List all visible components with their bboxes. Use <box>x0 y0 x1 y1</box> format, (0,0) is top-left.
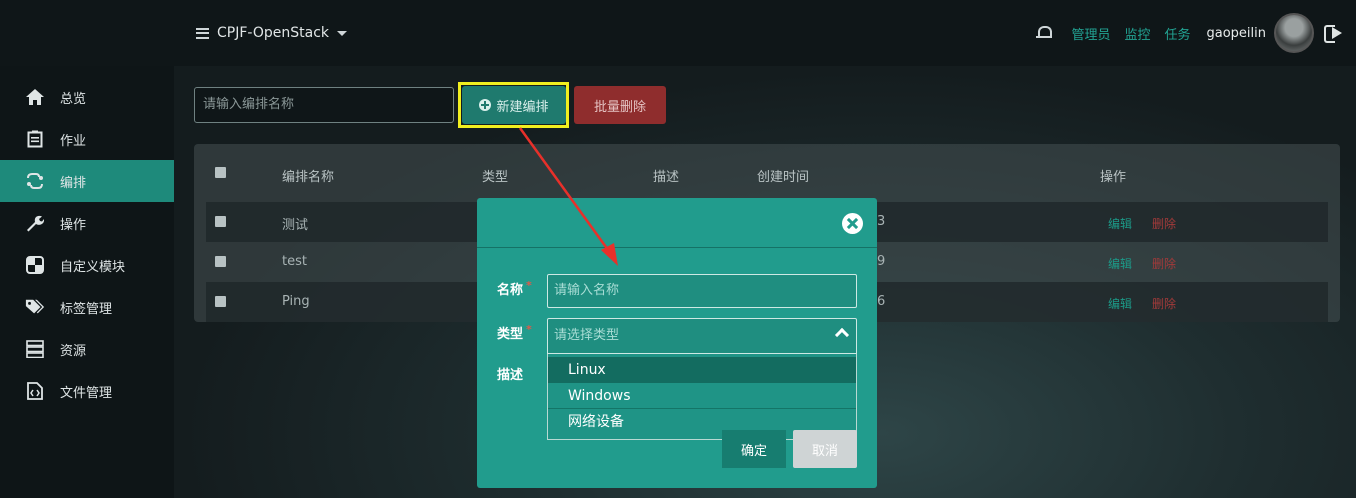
row-name: test <box>282 254 307 269</box>
sidebar-item-label: 总览 <box>60 91 87 107</box>
row-name: 测试 <box>282 218 309 233</box>
sidebar-item-label: 文件管理 <box>60 385 113 401</box>
task-link[interactable]: 任务 <box>1164 24 1190 43</box>
type-select[interactable]: 请选择类型 <box>547 318 857 354</box>
caret-down-icon <box>337 30 347 36</box>
confirm-button[interactable]: 确定 <box>722 430 786 468</box>
row-edit-link[interactable]: 编辑 <box>1108 255 1132 272</box>
row-delete-link[interactable]: 删除 <box>1152 215 1176 232</box>
row-name: Ping <box>282 294 310 309</box>
search-input[interactable]: 请输入编排名称 <box>194 87 454 123</box>
cancel-button[interactable]: 取消 <box>793 430 857 468</box>
bell-icon[interactable] <box>1035 24 1053 42</box>
close-icon[interactable] <box>842 213 863 234</box>
row-delete-link[interactable]: 删除 <box>1152 295 1176 312</box>
file-code-icon <box>25 382 45 400</box>
sidebar-item-label: 标签管理 <box>60 301 113 317</box>
admin-link[interactable]: 管理员 <box>1071 24 1110 43</box>
column-header-type: 类型 <box>482 170 509 185</box>
row-checkbox[interactable] <box>215 296 226 307</box>
column-header-actions: 操作 <box>1100 170 1127 185</box>
row-checkbox[interactable] <box>215 256 226 267</box>
name-label: 名称 * <box>497 279 532 298</box>
required-mark: * <box>526 279 532 292</box>
description-label: 描述 <box>497 368 524 383</box>
tags-icon <box>25 298 45 316</box>
sidebar-item-overview[interactable]: 总览 <box>0 76 174 118</box>
puzzle-icon <box>25 256 45 274</box>
home-icon <box>25 88 45 106</box>
row-time: 6 <box>877 294 886 309</box>
batch-delete-button[interactable]: 批量删除 <box>574 86 666 124</box>
sidebar-item-label: 资源 <box>60 343 87 359</box>
wrench-icon <box>25 214 45 232</box>
clipboard-icon <box>25 130 45 148</box>
required-mark: * <box>526 323 532 336</box>
column-header-description: 描述 <box>653 170 680 185</box>
sidebar-item-files[interactable]: 文件管理 <box>0 370 174 412</box>
server-icon <box>25 340 45 358</box>
sidebar-item-custom-modules[interactable]: 自定义模块 <box>0 244 174 286</box>
top-right-nav: 管理员 监控 任务 gaopeilin <box>1035 12 1344 54</box>
row-delete-link[interactable]: 删除 <box>1152 255 1176 272</box>
row-edit-link[interactable]: 编辑 <box>1108 215 1132 232</box>
project-name: CPJF-OpenStack <box>217 25 329 41</box>
modal-header-divider <box>477 247 877 248</box>
avatar[interactable] <box>1274 13 1314 53</box>
type-option-windows[interactable]: Windows <box>548 383 856 409</box>
link-icon <box>25 172 45 190</box>
monitor-link[interactable]: 监控 <box>1124 24 1150 43</box>
sidebar-item-resources[interactable]: 资源 <box>0 328 174 370</box>
column-header-created-time: 创建时间 <box>757 170 810 185</box>
row-time: 3 <box>877 214 886 229</box>
username[interactable]: gaopeilin <box>1207 26 1267 41</box>
row-edit-link[interactable]: 编辑 <box>1108 295 1132 312</box>
sidebar-item-label: 自定义模块 <box>60 259 126 275</box>
sidebar-item-tags[interactable]: 标签管理 <box>0 286 174 328</box>
row-time: 9 <box>877 254 886 269</box>
sidebar-item-operations[interactable]: 操作 <box>0 202 174 244</box>
type-option-linux[interactable]: Linux <box>548 357 856 383</box>
sidebar-item-label: 作业 <box>60 133 87 149</box>
project-selector[interactable]: CPJF-OpenStack <box>196 24 347 42</box>
list-icon <box>196 27 209 39</box>
sidebar-item-label: 编排 <box>60 175 87 191</box>
sidebar-item-orchestration[interactable]: 编排 <box>0 160 174 202</box>
logout-icon[interactable] <box>1324 24 1344 43</box>
column-header-name: 编排名称 <box>282 170 335 185</box>
sidebar-item-jobs[interactable]: 作业 <box>0 118 174 160</box>
annotation-highlight-box <box>458 82 569 128</box>
name-input[interactable]: 请输入名称 <box>547 274 857 308</box>
type-label: 类型 * <box>497 323 532 342</box>
sidebar-item-label: 操作 <box>60 217 87 233</box>
select-all-checkbox[interactable] <box>215 167 226 178</box>
row-checkbox[interactable] <box>215 216 226 227</box>
